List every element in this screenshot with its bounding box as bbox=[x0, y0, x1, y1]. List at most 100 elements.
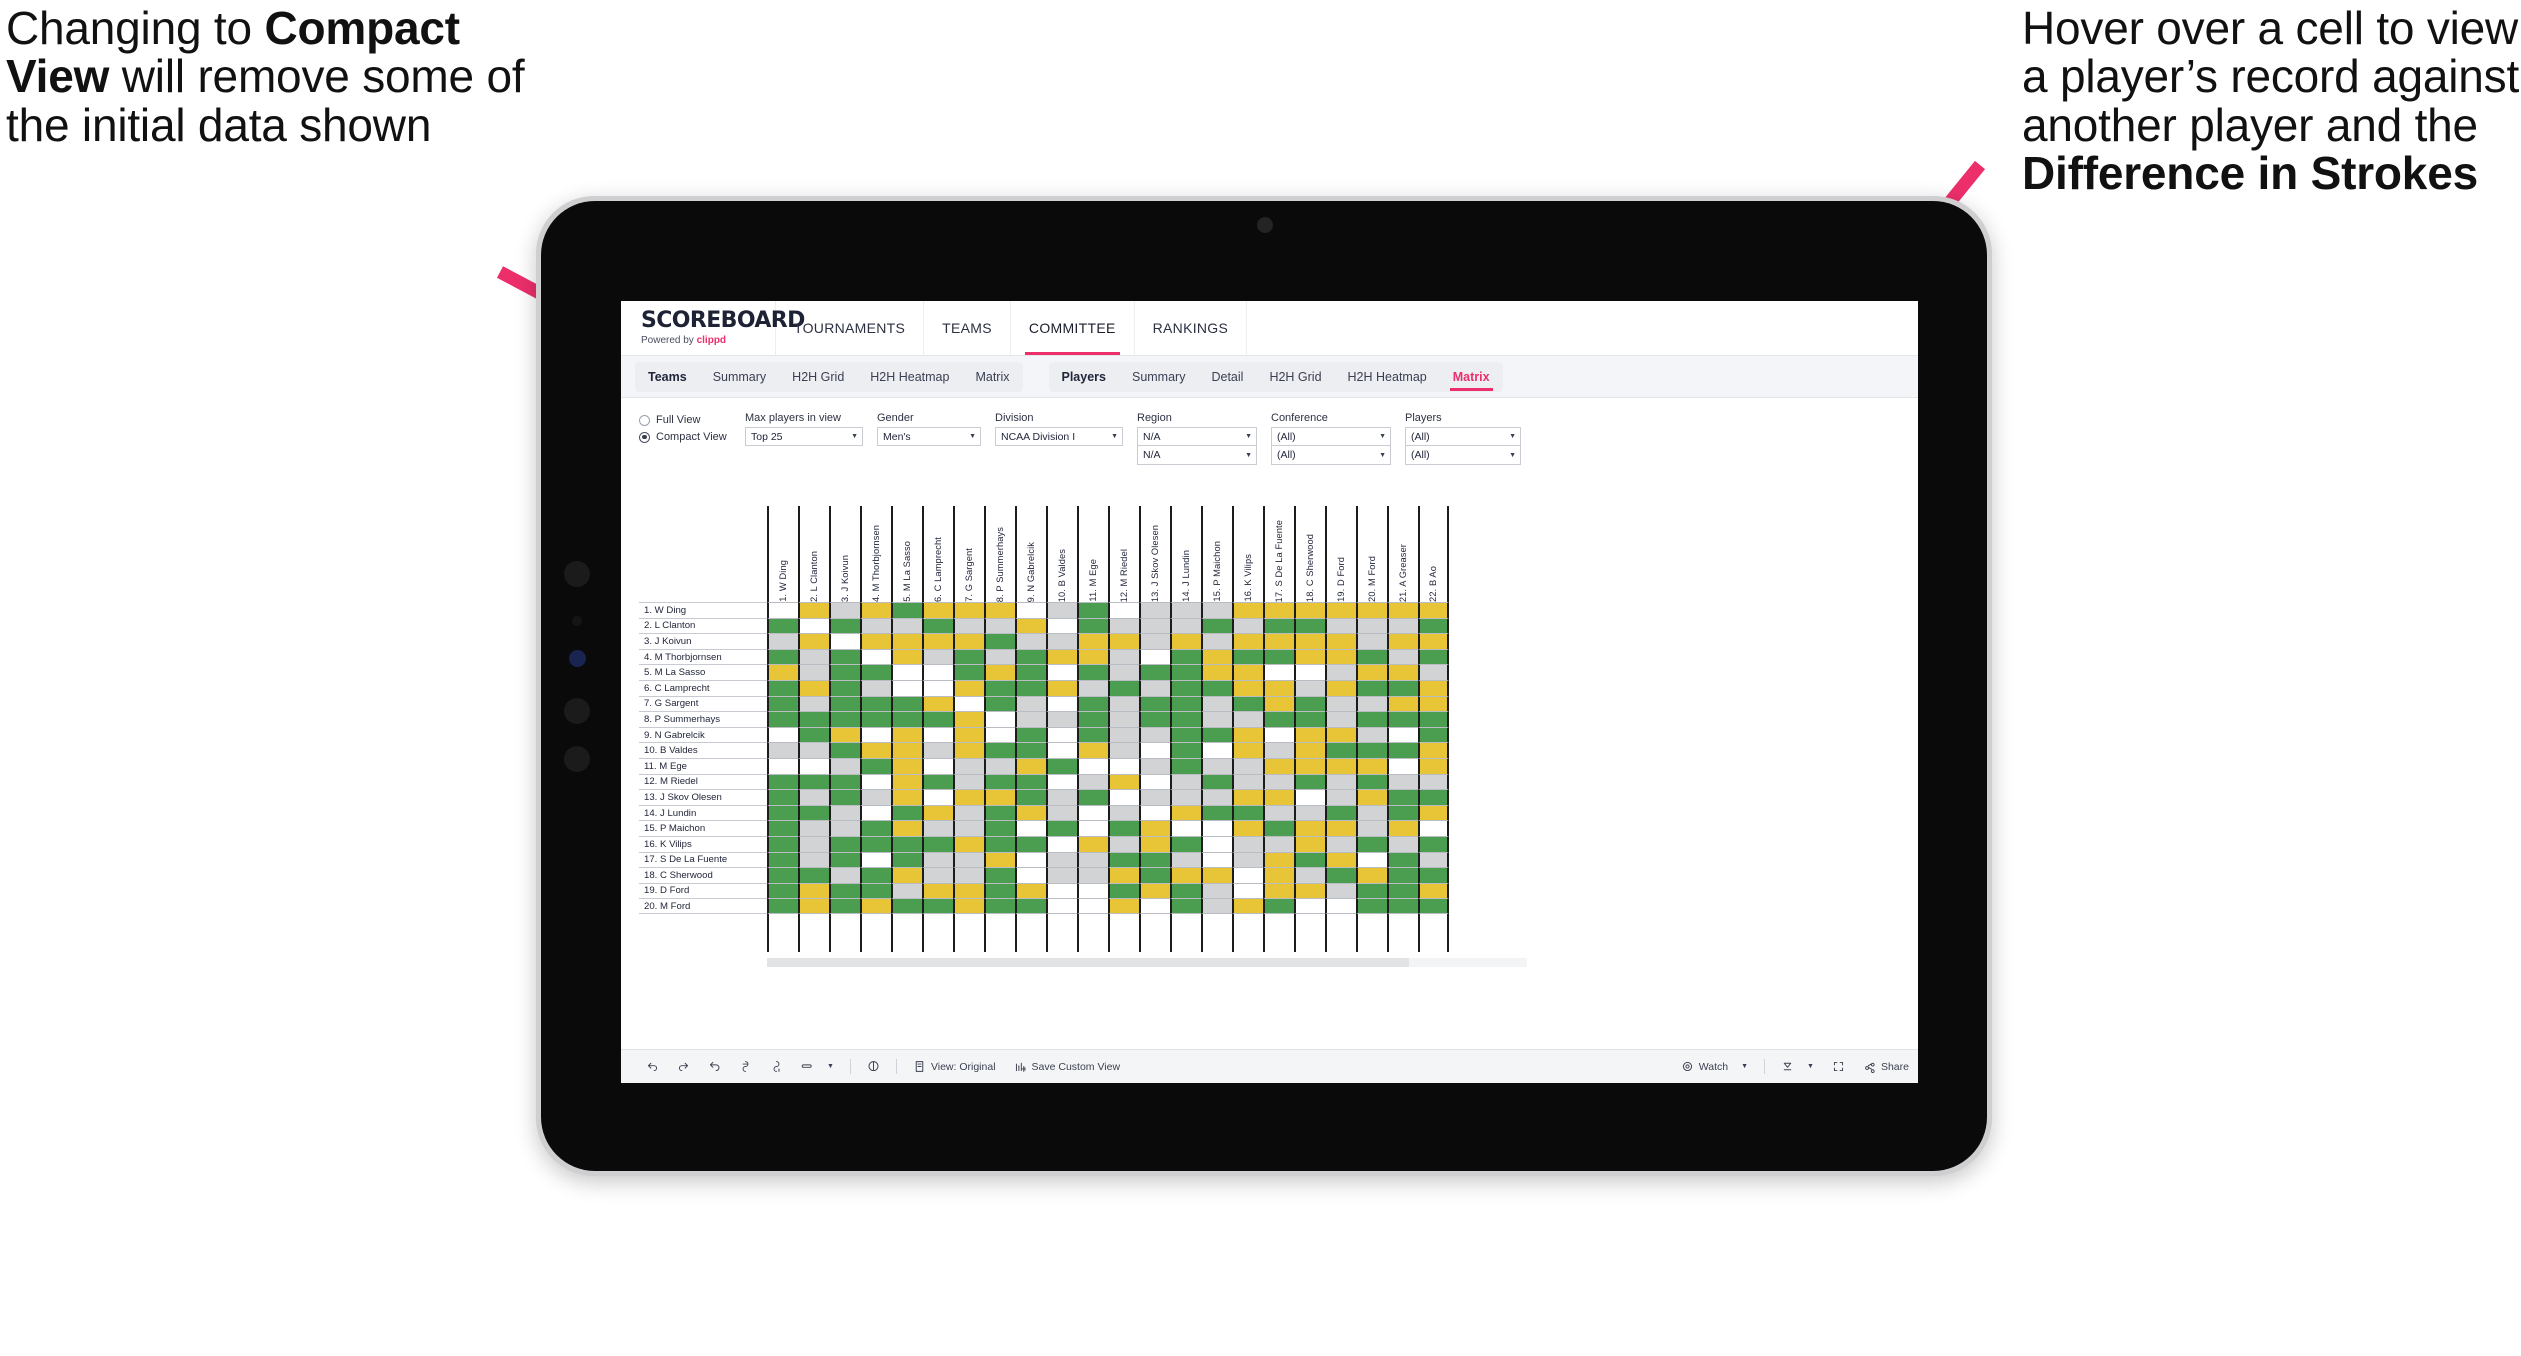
matrix-cell[interactable] bbox=[1170, 633, 1201, 649]
matrix-cell[interactable] bbox=[1232, 757, 1263, 774]
matrix-cell[interactable] bbox=[1170, 726, 1201, 743]
matrix-cell[interactable] bbox=[767, 835, 798, 852]
matrix-cell[interactable] bbox=[829, 773, 860, 790]
matrix-cell[interactable] bbox=[891, 867, 922, 883]
matrix-cell[interactable] bbox=[1015, 742, 1046, 758]
matrix-cell[interactable] bbox=[1387, 711, 1418, 727]
matrix-cell[interactable] bbox=[953, 726, 984, 743]
matrix-cell[interactable] bbox=[1418, 789, 1449, 805]
matrix-cell[interactable] bbox=[767, 898, 798, 914]
matrix-cell[interactable] bbox=[1046, 835, 1077, 852]
matrix-cell[interactable] bbox=[1232, 789, 1263, 805]
matrix-cell[interactable] bbox=[829, 742, 860, 758]
players-tab-h2h-grid[interactable]: H2H Grid bbox=[1256, 362, 1334, 392]
matrix-cell[interactable] bbox=[984, 711, 1015, 727]
matrix-cell[interactable] bbox=[1418, 679, 1449, 696]
matrix-cell[interactable] bbox=[767, 648, 798, 665]
matrix-cell[interactable] bbox=[1356, 726, 1387, 743]
matrix-row-header[interactable]: 17. S De La Fuente bbox=[639, 851, 767, 868]
chevron-down-icon[interactable]: ▼ bbox=[1807, 1063, 1814, 1070]
matrix-cell[interactable] bbox=[1170, 602, 1201, 618]
matrix-cell[interactable] bbox=[953, 679, 984, 696]
matrix-cell[interactable] bbox=[798, 851, 829, 868]
matrix-cell[interactable] bbox=[1418, 804, 1449, 821]
matrix-cell[interactable] bbox=[984, 695, 1015, 712]
matrix-cell[interactable] bbox=[767, 602, 798, 618]
matrix-cell[interactable] bbox=[1201, 742, 1232, 758]
select-max-players-in-view[interactable]: Top 25 ▼ bbox=[745, 427, 863, 446]
matrix-cell[interactable] bbox=[984, 898, 1015, 914]
matrix-cell[interactable] bbox=[1356, 898, 1387, 914]
matrix-cell[interactable] bbox=[1356, 789, 1387, 805]
matrix-cell[interactable] bbox=[984, 867, 1015, 883]
matrix-col-header[interactable]: 1. W Ding bbox=[767, 506, 798, 602]
matrix-cell[interactable] bbox=[1263, 695, 1294, 712]
matrix-cell[interactable] bbox=[922, 851, 953, 868]
matrix-cell[interactable] bbox=[922, 835, 953, 852]
matrix-cell[interactable] bbox=[984, 617, 1015, 634]
matrix-cell[interactable] bbox=[922, 820, 953, 836]
matrix-cell[interactable] bbox=[922, 679, 953, 696]
matrix-cell[interactable] bbox=[767, 804, 798, 821]
matrix-cell[interactable] bbox=[1046, 804, 1077, 821]
matrix-cell[interactable] bbox=[1418, 773, 1449, 790]
matrix-cell[interactable] bbox=[1232, 742, 1263, 758]
matrix-cell[interactable] bbox=[1046, 867, 1077, 883]
matrix-cell[interactable] bbox=[1201, 773, 1232, 790]
matrix-cell[interactable] bbox=[1356, 773, 1387, 790]
chevron-down-icon[interactable]: ▼ bbox=[1509, 452, 1516, 459]
matrix-col-header[interactable]: 16. K Vilips bbox=[1232, 506, 1263, 602]
matrix-cell[interactable] bbox=[1294, 679, 1325, 696]
matrix-cell[interactable] bbox=[1418, 742, 1449, 758]
matrix-cell[interactable] bbox=[1325, 882, 1356, 899]
matrix-cell[interactable] bbox=[1108, 711, 1139, 727]
matrix-cell[interactable] bbox=[891, 711, 922, 727]
matrix-cell[interactable] bbox=[1263, 773, 1294, 790]
matrix-cell[interactable] bbox=[1201, 648, 1232, 665]
matrix-cell[interactable] bbox=[1294, 664, 1325, 680]
save-custom-view-button[interactable]: Save Custom View bbox=[1005, 1060, 1130, 1073]
matrix-cell[interactable] bbox=[1263, 882, 1294, 899]
matrix-grid[interactable] bbox=[767, 602, 1449, 914]
matrix-cell[interactable] bbox=[860, 898, 891, 914]
matrix-cell[interactable] bbox=[953, 617, 984, 634]
matrix-cell[interactable] bbox=[1046, 711, 1077, 727]
matrix-cell[interactable] bbox=[798, 835, 829, 852]
matrix-cell[interactable] bbox=[1294, 867, 1325, 883]
matrix-col-header[interactable]: 18. C Sherwood bbox=[1294, 506, 1325, 602]
matrix-cell[interactable] bbox=[1325, 679, 1356, 696]
matrix-cell[interactable] bbox=[1356, 757, 1387, 774]
matrix-cell[interactable] bbox=[1108, 617, 1139, 634]
matrix-cell[interactable] bbox=[1170, 617, 1201, 634]
matrix-cell[interactable] bbox=[1046, 695, 1077, 712]
matrix-cell[interactable] bbox=[1387, 664, 1418, 680]
matrix-cell[interactable] bbox=[829, 851, 860, 868]
matrix-row-header[interactable]: 10. B Valdes bbox=[639, 742, 767, 758]
matrix-cell[interactable] bbox=[1387, 742, 1418, 758]
matrix-cell[interactable] bbox=[1356, 835, 1387, 852]
matrix-cell[interactable] bbox=[984, 882, 1015, 899]
chevron-down-icon[interactable]: ▼ bbox=[1111, 433, 1118, 440]
matrix-cell[interactable] bbox=[1232, 820, 1263, 836]
horizontal-scrollbar-thumb[interactable] bbox=[767, 958, 1409, 967]
matrix-cell[interactable] bbox=[1046, 679, 1077, 696]
matrix-cell[interactable] bbox=[1294, 757, 1325, 774]
teams-tab-matrix[interactable]: Matrix bbox=[962, 362, 1022, 392]
matrix-cell[interactable] bbox=[1139, 789, 1170, 805]
matrix-cell[interactable] bbox=[1325, 726, 1356, 743]
matrix-cell[interactable] bbox=[1356, 617, 1387, 634]
matrix-cell[interactable] bbox=[1356, 664, 1387, 680]
matrix-cell[interactable] bbox=[1015, 773, 1046, 790]
matrix-cell[interactable] bbox=[953, 742, 984, 758]
matrix-cell[interactable] bbox=[1046, 882, 1077, 899]
matrix-cell[interactable] bbox=[891, 633, 922, 649]
matrix-cell[interactable] bbox=[922, 664, 953, 680]
matrix-cell[interactable] bbox=[1356, 851, 1387, 868]
matrix-cell[interactable] bbox=[1201, 804, 1232, 821]
matrix-cell[interactable] bbox=[829, 617, 860, 634]
topnav-item-rankings[interactable]: RANKINGS bbox=[1135, 301, 1248, 355]
matrix-cell[interactable] bbox=[1356, 882, 1387, 899]
refresh-data-button[interactable] bbox=[730, 1060, 761, 1073]
matrix-cell[interactable] bbox=[1015, 789, 1046, 805]
matrix-cell[interactable] bbox=[798, 757, 829, 774]
